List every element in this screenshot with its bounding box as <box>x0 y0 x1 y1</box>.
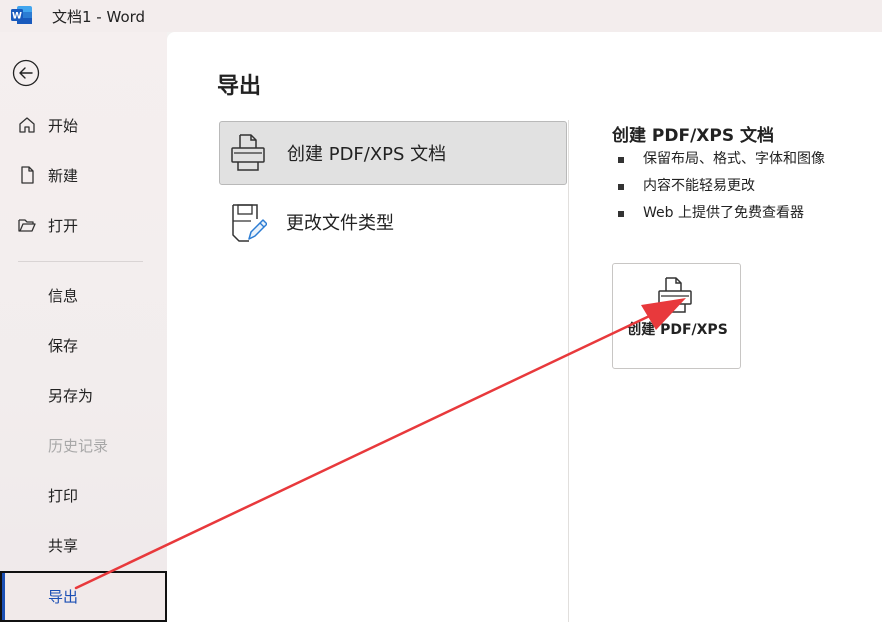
sidebar-divider <box>18 261 143 262</box>
detail-title: 创建 PDF/XPS 文档 <box>612 126 775 146</box>
sidebar-item-label: 信息 <box>48 286 79 305</box>
home-icon <box>16 114 38 136</box>
sidebar-item-new[interactable]: 新建 <box>0 155 167 195</box>
backstage-sidebar: 开始 新建 打开 信息 保存 另存为 历史记录 打印 共享 导出 <box>0 32 167 622</box>
sidebar-item-open[interactable]: 打开 <box>0 205 167 245</box>
create-pdf-xps-button[interactable]: 创建 PDF/XPS <box>612 263 741 369</box>
export-panel: 导出 创建 PDF/XPS 文档 更改文件类型 创建 PDF/XPS 文档 保留… <box>167 32 882 622</box>
sidebar-item-save-as[interactable]: 另存为 <box>0 375 167 415</box>
word-icon: W <box>11 6 32 24</box>
option-label: 创建 PDF/XPS 文档 <box>287 144 447 165</box>
sidebar-item-export[interactable]: 导出 <box>0 576 167 616</box>
svg-text:W: W <box>12 12 22 22</box>
pdf-xps-document-icon <box>231 134 265 171</box>
sidebar-item-print[interactable]: 打印 <box>0 475 167 515</box>
sidebar-item-label: 打开 <box>48 216 79 235</box>
sidebar-item-label: 开始 <box>48 116 79 135</box>
detail-bullet-list: 保留布局、格式、字体和图像 内容不能轻易更改 Web 上提供了免费查看器 <box>615 148 825 229</box>
option-change-file-type[interactable]: 更改文件类型 <box>219 190 567 254</box>
sidebar-item-label: 历史记录 <box>48 436 109 455</box>
sidebar-item-label: 另存为 <box>48 386 94 405</box>
option-create-pdf-xps[interactable]: 创建 PDF/XPS 文档 <box>219 121 567 185</box>
sidebar-item-home[interactable]: 开始 <box>0 105 167 145</box>
sidebar-item-save[interactable]: 保存 <box>0 325 167 365</box>
sidebar-item-label: 导出 <box>48 587 79 606</box>
sidebar-item-history: 历史记录 <box>0 425 167 465</box>
page-title: 导出 <box>217 74 262 99</box>
create-pdf-xps-button-label: 创建 PDF/XPS <box>627 322 728 338</box>
panel-divider <box>568 120 569 622</box>
pdf-xps-create-icon <box>658 277 692 313</box>
list-item: 内容不能轻易更改 <box>615 175 825 202</box>
open-folder-icon <box>16 214 38 236</box>
new-document-icon <box>16 164 38 186</box>
option-label: 更改文件类型 <box>286 213 394 234</box>
title-bar: W 文档1 - Word <box>0 0 882 32</box>
list-item: Web 上提供了免费查看器 <box>615 202 825 229</box>
back-arrow-icon[interactable] <box>12 59 40 87</box>
sidebar-item-label: 保存 <box>48 336 79 355</box>
sidebar-item-label: 打印 <box>48 486 79 505</box>
list-item: 保留布局、格式、字体和图像 <box>615 148 825 175</box>
window-title: 文档1 - Word <box>52 8 146 26</box>
sidebar-item-info[interactable]: 信息 <box>0 275 167 315</box>
sidebar-item-label: 共享 <box>48 536 79 555</box>
sidebar-item-share[interactable]: 共享 <box>0 525 167 565</box>
sidebar-item-label: 新建 <box>48 166 79 185</box>
change-file-type-icon <box>232 204 267 242</box>
